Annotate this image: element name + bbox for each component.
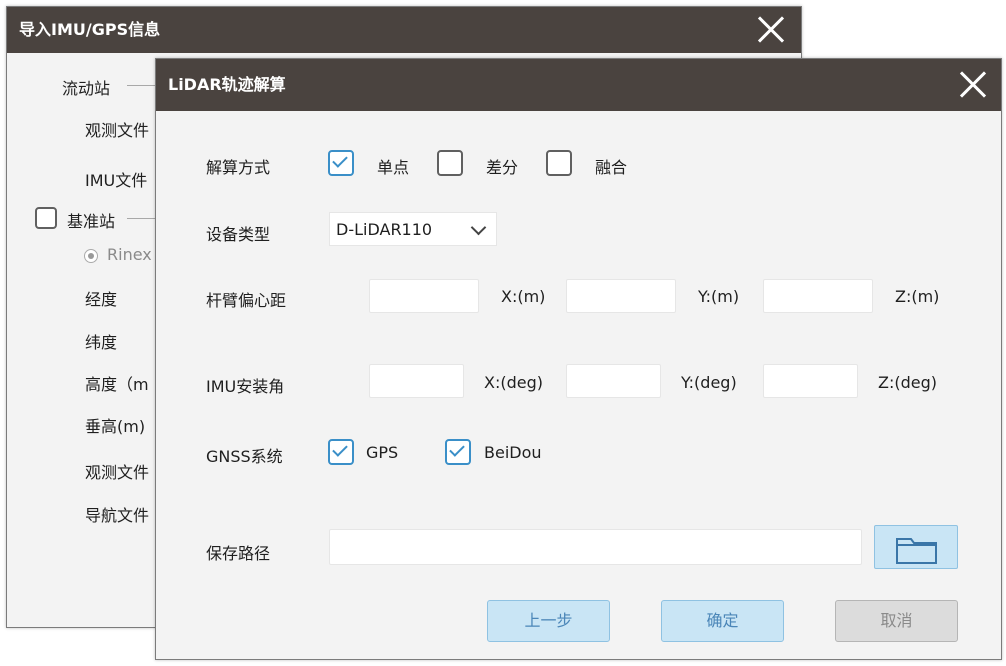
- base-obs-file-label: 观测文件: [85, 463, 150, 482]
- lever-arm-label: 杆臂偏心距: [206, 291, 287, 310]
- rinex-radio[interactable]: [84, 249, 98, 263]
- solve-mode-label: 解算方式: [206, 158, 271, 177]
- gnss-system-label: GNSS系统: [206, 447, 283, 466]
- gps-checkbox[interactable]: [328, 439, 354, 465]
- lever-arm-z-label: Z:(m): [895, 287, 940, 306]
- rover-obs-file-label: 观测文件: [85, 121, 150, 140]
- cancel-button[interactable]: 取消: [835, 600, 958, 642]
- lidar-dialog-titlebar: LiDAR轨迹解算: [156, 59, 1001, 111]
- height-label: 高度（m: [85, 375, 149, 394]
- single-point-label: 单点: [377, 158, 410, 177]
- base-station-checkbox[interactable]: [35, 207, 57, 229]
- base-station-divider: [127, 218, 157, 219]
- nav-file-label: 导航文件: [85, 506, 150, 525]
- imu-angle-x-input[interactable]: [369, 364, 464, 398]
- save-path-input[interactable]: [329, 529, 862, 565]
- gps-label: GPS: [366, 443, 399, 462]
- lever-arm-y-label: Y:(m): [698, 287, 740, 306]
- base-station-label: 基准站: [67, 212, 116, 231]
- import-dialog-title: 导入IMU/GPS信息: [19, 20, 161, 39]
- device-type-label: 设备类型: [206, 225, 271, 244]
- imu-angle-label: IMU安装角: [206, 377, 285, 396]
- browse-folder-button[interactable]: [874, 525, 958, 569]
- chevron-down-icon[interactable]: [468, 219, 490, 241]
- latitude-label: 纬度: [85, 333, 118, 352]
- device-type-select[interactable]: D-LiDAR110: [329, 212, 497, 246]
- rover-divider: [127, 85, 157, 86]
- device-type-value: D-LiDAR110: [336, 220, 433, 239]
- rover-imu-file-label: IMU文件: [85, 171, 148, 190]
- imu-angle-y-label: Y:(deg): [681, 373, 737, 392]
- longitude-label: 经度: [85, 290, 118, 309]
- lever-arm-x-label: X:(m): [501, 287, 546, 306]
- lever-arm-z-input[interactable]: [763, 279, 873, 313]
- single-point-checkbox[interactable]: [328, 150, 354, 176]
- differential-label: 差分: [486, 158, 519, 177]
- folder-icon: [896, 538, 937, 564]
- lever-arm-y-input[interactable]: [566, 279, 676, 313]
- close-icon[interactable]: [757, 16, 785, 44]
- import-dialog-titlebar: 导入IMU/GPS信息: [7, 7, 801, 53]
- close-icon[interactable]: [959, 71, 987, 99]
- vertical-height-label: 垂高(m): [85, 417, 146, 436]
- imu-angle-z-input[interactable]: [763, 364, 858, 398]
- prev-step-button[interactable]: 上一步: [487, 600, 610, 642]
- beidou-label: BeiDou: [484, 443, 542, 462]
- beidou-checkbox[interactable]: [445, 439, 471, 465]
- imu-angle-y-input[interactable]: [566, 364, 661, 398]
- imu-angle-z-label: Z:(deg): [878, 373, 937, 392]
- save-path-label: 保存路径: [206, 544, 271, 563]
- rover-label: 流动站: [62, 79, 111, 98]
- fusion-checkbox[interactable]: [546, 150, 572, 176]
- lidar-dialog-title: LiDAR轨迹解算: [168, 75, 286, 94]
- differential-checkbox[interactable]: [437, 150, 463, 176]
- confirm-button[interactable]: 确定: [661, 600, 784, 642]
- fusion-label: 融合: [595, 158, 628, 177]
- lever-arm-x-input[interactable]: [369, 279, 479, 313]
- lidar-trajectory-dialog: LiDAR轨迹解算 解算方式 单点 差分 融合 设备类型 D-LiDAR110 …: [155, 58, 1002, 660]
- imu-angle-x-label: X:(deg): [484, 373, 543, 392]
- rinex-label: Rinex: [107, 245, 152, 264]
